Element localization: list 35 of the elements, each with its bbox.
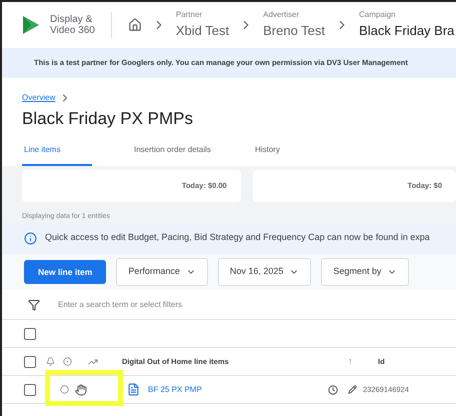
tab[interactable]: Insertion order details [132, 142, 213, 166]
dropdown-button[interactable]: Nov 16, 2025 [218, 258, 312, 286]
breadcrumb-link[interactable]: Black Friday Bra [359, 21, 454, 41]
info-text: Quick access to edit Budget, Pacing, Bid Strategy and Frequency Cap can now be found in expa [45, 231, 430, 244]
product-name: Display & [50, 14, 94, 25]
status-icon [60, 385, 69, 394]
document-icon [127, 383, 140, 396]
edit-icon[interactable] [348, 385, 357, 394]
cursor-icon [75, 384, 87, 396]
info-icon [24, 232, 37, 244]
breadcrumb-link[interactable]: Breno Test [263, 21, 326, 41]
logo-icon [22, 15, 40, 35]
breadcrumb-label: Advertiser [263, 9, 300, 22]
target-icon [63, 357, 72, 366]
home-icon[interactable] [128, 18, 142, 32]
sort-arrow[interactable]: ↑ [348, 354, 378, 368]
tab[interactable]: History [252, 142, 282, 166]
checkbox[interactable] [24, 384, 36, 396]
dropdown-button[interactable]: Performance [116, 258, 208, 286]
bell-icon [46, 357, 55, 366]
filter-icon[interactable] [28, 298, 40, 310]
checkbox[interactable] [24, 328, 36, 340]
overview-link[interactable]: Overview [22, 92, 56, 104]
filter-field[interactable]: Enter a search term or select filters [58, 298, 358, 310]
product-name: Video 360 [50, 25, 95, 36]
new-line-item-button[interactable]: New line item [24, 260, 106, 284]
breadcrumb-link[interactable]: Xbid Test [176, 21, 230, 41]
breadcrumb-label: Campaign [359, 9, 396, 22]
line-item-link[interactable]: BF 25 PX PMP [148, 384, 328, 396]
dropdown-button[interactable]: Segment by [321, 258, 410, 286]
page-title: Black Friday PX PMPs [22, 108, 194, 130]
trend-icon [88, 356, 98, 366]
breadcrumb-label: Partner [176, 9, 204, 22]
checkbox[interactable] [24, 356, 36, 368]
clock-icon[interactable] [328, 384, 338, 394]
